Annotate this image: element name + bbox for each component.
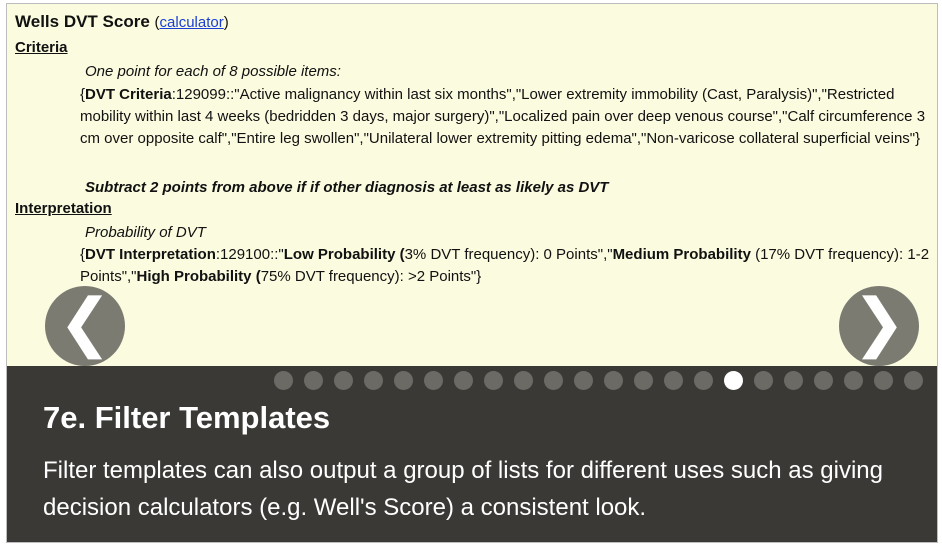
pager-dot[interactable]	[634, 371, 653, 390]
pager-dot[interactable]	[784, 371, 803, 390]
caption-panel: 7e. Filter Templates Filter templates ca…	[7, 366, 937, 542]
pager-dot[interactable]	[844, 371, 863, 390]
pager-dot[interactable]	[814, 371, 833, 390]
interpretation-intro: Probability of DVT	[85, 224, 206, 241]
criteria-list: {DVT Criteria:129099::"Active malignancy…	[80, 84, 937, 150]
slideshow-frame: Wells DVT Score (calculator) Criteria On…	[6, 3, 938, 543]
pager-dot[interactable]	[364, 371, 383, 390]
pager-dot[interactable]	[514, 371, 533, 390]
pager-dot[interactable]	[304, 371, 323, 390]
prev-slide-button[interactable]: ❮	[45, 286, 125, 366]
interpretation-heading: Interpretation	[15, 200, 112, 217]
pager-dot[interactable]	[754, 371, 773, 390]
text-segment: DVT Interpretation	[85, 246, 216, 263]
text-segment: 3% DVT frequency): 0 Points","	[404, 246, 613, 263]
slide-content: Wells DVT Score (calculator) Criteria On…	[7, 4, 937, 366]
pager-dot[interactable]	[424, 371, 443, 390]
slide-title: 7e. Filter Templates	[43, 400, 331, 435]
pager-dot[interactable]	[664, 371, 683, 390]
chevron-left-icon: ❮	[58, 286, 112, 358]
pager-dot[interactable]	[574, 371, 593, 390]
text-segment: Low Probability (	[283, 246, 405, 263]
pager-dot[interactable]	[484, 371, 503, 390]
pager-dot[interactable]	[904, 371, 923, 390]
pager-dot[interactable]	[694, 371, 713, 390]
interpretation-list: {DVT Interpretation:129100::"Low Probabi…	[80, 244, 937, 288]
pager-dot-active[interactable]	[724, 371, 743, 390]
pager-dot[interactable]	[334, 371, 353, 390]
pager-dot[interactable]	[544, 371, 563, 390]
slide-description: Filter templates can also output a group…	[43, 457, 883, 521]
next-slide-button[interactable]: ❯	[839, 286, 919, 366]
doc-title-text: Wells DVT Score	[15, 12, 150, 31]
calculator-link-wrap: (calculator)	[155, 14, 229, 31]
text-segment: :129100::"	[215, 246, 284, 263]
pager-dot[interactable]	[604, 371, 623, 390]
pager-dot[interactable]	[454, 371, 473, 390]
criteria-intro: One point for each of 8 possible items:	[85, 63, 341, 80]
text-segment: 75% DVT frequency): >2 Points"}	[260, 268, 482, 285]
calculator-link[interactable]: calculator	[160, 14, 224, 31]
text-segment: DVT Criteria	[85, 86, 172, 103]
subtract-note: Subtract 2 points from above if if other…	[85, 179, 609, 196]
paren-close: )	[223, 14, 229, 31]
text-segment: High Probability (	[136, 268, 261, 285]
slide-pager	[7, 371, 937, 393]
pager-dot[interactable]	[274, 371, 293, 390]
pager-dot[interactable]	[874, 371, 893, 390]
text-segment: :129099::"Active malignancy within last …	[80, 86, 926, 147]
text-segment: Medium Probability	[612, 246, 751, 263]
chevron-right-icon: ❯	[852, 286, 906, 358]
doc-title: Wells DVT Score (calculator)	[15, 12, 229, 32]
pager-dot[interactable]	[394, 371, 413, 390]
criteria-heading: Criteria	[15, 39, 68, 56]
